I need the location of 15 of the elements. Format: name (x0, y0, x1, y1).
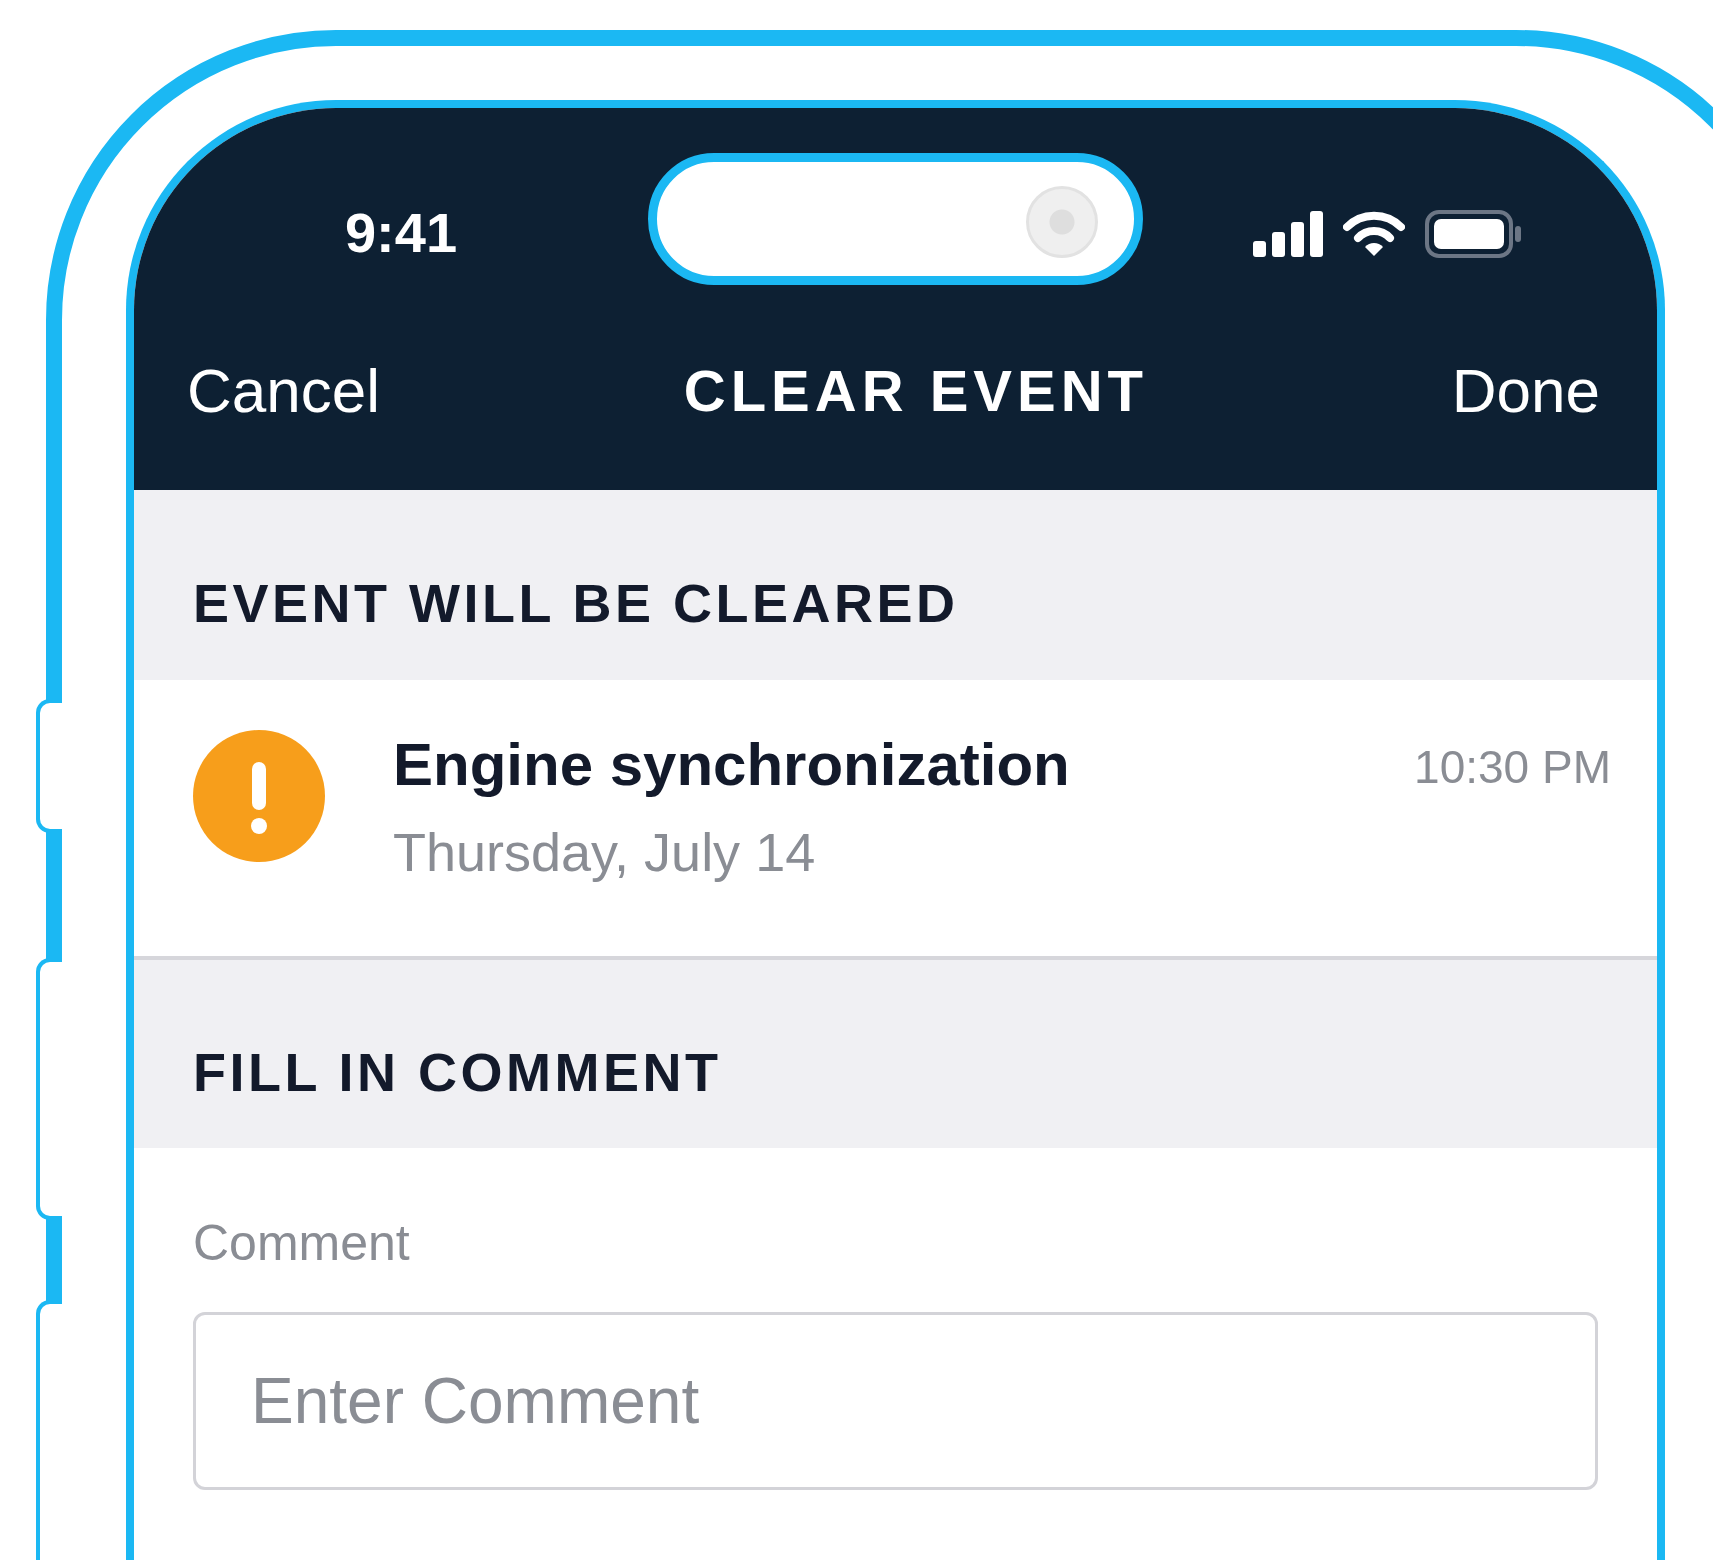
event-title: Engine synchronization (393, 730, 1071, 799)
signal-icon (1253, 211, 1323, 257)
event-date: Thursday, July 14 (393, 821, 817, 883)
section-header: FILL IN COMMENT (193, 1041, 722, 1103)
battery-icon (1425, 210, 1523, 258)
screen-title: CLEAR EVENT (683, 356, 1148, 424)
done-button[interactable]: Done (1451, 354, 1600, 426)
section-header: EVENT WILL BE CLEARED (193, 572, 959, 634)
warning-icon (193, 730, 325, 862)
comment-label: Comment (193, 1214, 411, 1272)
event-time: 10:30 PM (1414, 740, 1611, 794)
wifi-icon (1343, 211, 1405, 257)
cancel-button[interactable]: Cancel (187, 354, 380, 426)
comment-field[interactable]: Enter Comment (193, 1312, 1598, 1490)
status-time: 9:41 (344, 200, 458, 265)
